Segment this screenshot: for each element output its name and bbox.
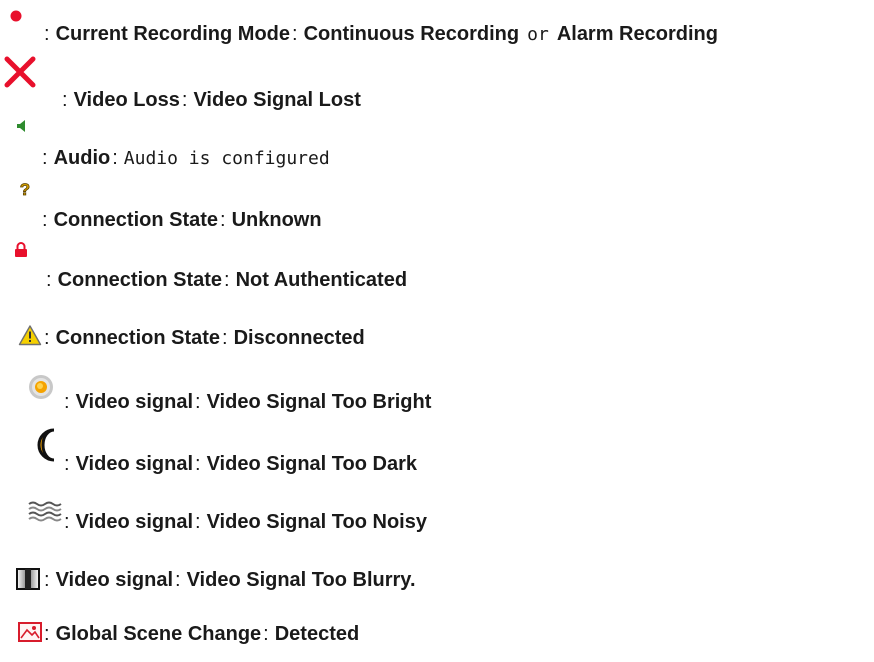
legend-label: Video signal — [75, 453, 194, 475]
legend-value: Unknown — [231, 209, 322, 231]
legend-value: Detected — [274, 623, 360, 645]
legend-label: Video signal — [75, 511, 194, 533]
legend-item-recording-mode: : Current Recording Mode: Continuous Recor… — [0, 8, 874, 48]
legend-value: Video Signal Lost — [193, 89, 361, 111]
legend-separator: : — [42, 209, 48, 231]
legend-item-video-too-noisy: : Video signal: Video Signal Too Noisy — [0, 500, 874, 540]
legend-separator: : — [42, 147, 48, 169]
legend-value: Video Signal Too Noisy — [206, 511, 427, 533]
legend-label: Connection State — [55, 327, 221, 349]
scene-change-icon — [18, 622, 42, 642]
lock-icon — [15, 242, 27, 257]
legend-connector: or — [527, 24, 549, 45]
moon-icon — [37, 428, 55, 462]
legend-label: Current Recording Mode — [55, 23, 291, 45]
legend-value: Audio is configured — [123, 148, 330, 169]
legend-separator: : — [195, 511, 201, 533]
legend-separator: : — [64, 391, 70, 413]
legend-label: Video signal — [75, 391, 194, 413]
legend-value: Continuous Recording — [303, 23, 520, 45]
legend-separator: : — [62, 89, 68, 111]
legend-item-video-too-bright: : Video signal: Video Signal Too Bright — [0, 374, 874, 414]
warning-triangle-icon — [18, 325, 42, 346]
record-dot-icon — [10, 10, 22, 22]
legend-item-connection-not-authenticated: : Connection State: Not Authenticated — [0, 242, 874, 291]
svg-text:?: ? — [20, 180, 30, 198]
legend-label: Video Loss — [73, 89, 180, 111]
legend-separator: : — [292, 23, 298, 45]
legend-separator: : — [44, 569, 50, 591]
legend-separator: : — [64, 511, 70, 533]
legend-separator: : — [112, 147, 118, 169]
legend-label: Audio — [53, 147, 111, 169]
legend-label: Connection State — [57, 269, 223, 291]
legend-item-video-too-blurry: : Video signal: Video Signal Too Blurry. — [0, 568, 874, 608]
legend-label: Global Scene Change — [55, 623, 262, 645]
sun-icon — [29, 375, 53, 399]
legend-item-video-too-dark: : Video signal: Video Signal Too Dark — [0, 426, 874, 475]
legend-item-video-loss: : Video Loss: Video Signal Lost — [0, 56, 874, 111]
legend-separator: : — [44, 23, 50, 45]
legend-item-global-scene-change: : Global Scene Change: Detected — [0, 622, 874, 662]
legend-separator: : — [195, 453, 201, 475]
legend-value: Video Signal Too Blurry. — [186, 569, 416, 591]
legend-separator: : — [224, 269, 230, 291]
legend-separator: : — [195, 391, 201, 413]
legend-separator: : — [46, 269, 52, 291]
legend-label: Connection State — [53, 209, 219, 231]
noise-waves-icon — [28, 501, 62, 522]
legend-separator: : — [220, 209, 226, 231]
legend-separator: : — [222, 327, 228, 349]
video-loss-x-icon — [4, 56, 36, 88]
blur-square-icon — [16, 568, 40, 590]
legend-value: Video Signal Too Dark — [206, 453, 417, 475]
legend-label: Video signal — [55, 569, 174, 591]
legend-value: Not Authenticated — [235, 269, 408, 291]
legend-value-alt: Alarm Recording — [556, 23, 718, 45]
question-mark-icon: ? — [19, 180, 30, 198]
legend-separator: : — [44, 623, 50, 645]
legend-value: Video Signal Too Bright — [206, 391, 432, 413]
legend-item-connection-disconnected: : Connection State: Disconnected — [0, 322, 874, 362]
legend-separator: : — [44, 327, 50, 349]
legend-item-connection-unknown: ? : Connection State: Unknown — [0, 180, 874, 231]
legend-separator: : — [263, 623, 269, 645]
speaker-icon — [17, 120, 25, 132]
legend-separator: : — [64, 453, 70, 475]
legend-value: Disconnected — [233, 327, 365, 349]
legend-separator: : — [175, 569, 181, 591]
legend-item-audio: : Audio: Audio is configured — [0, 118, 874, 169]
legend-separator: : — [181, 89, 188, 111]
